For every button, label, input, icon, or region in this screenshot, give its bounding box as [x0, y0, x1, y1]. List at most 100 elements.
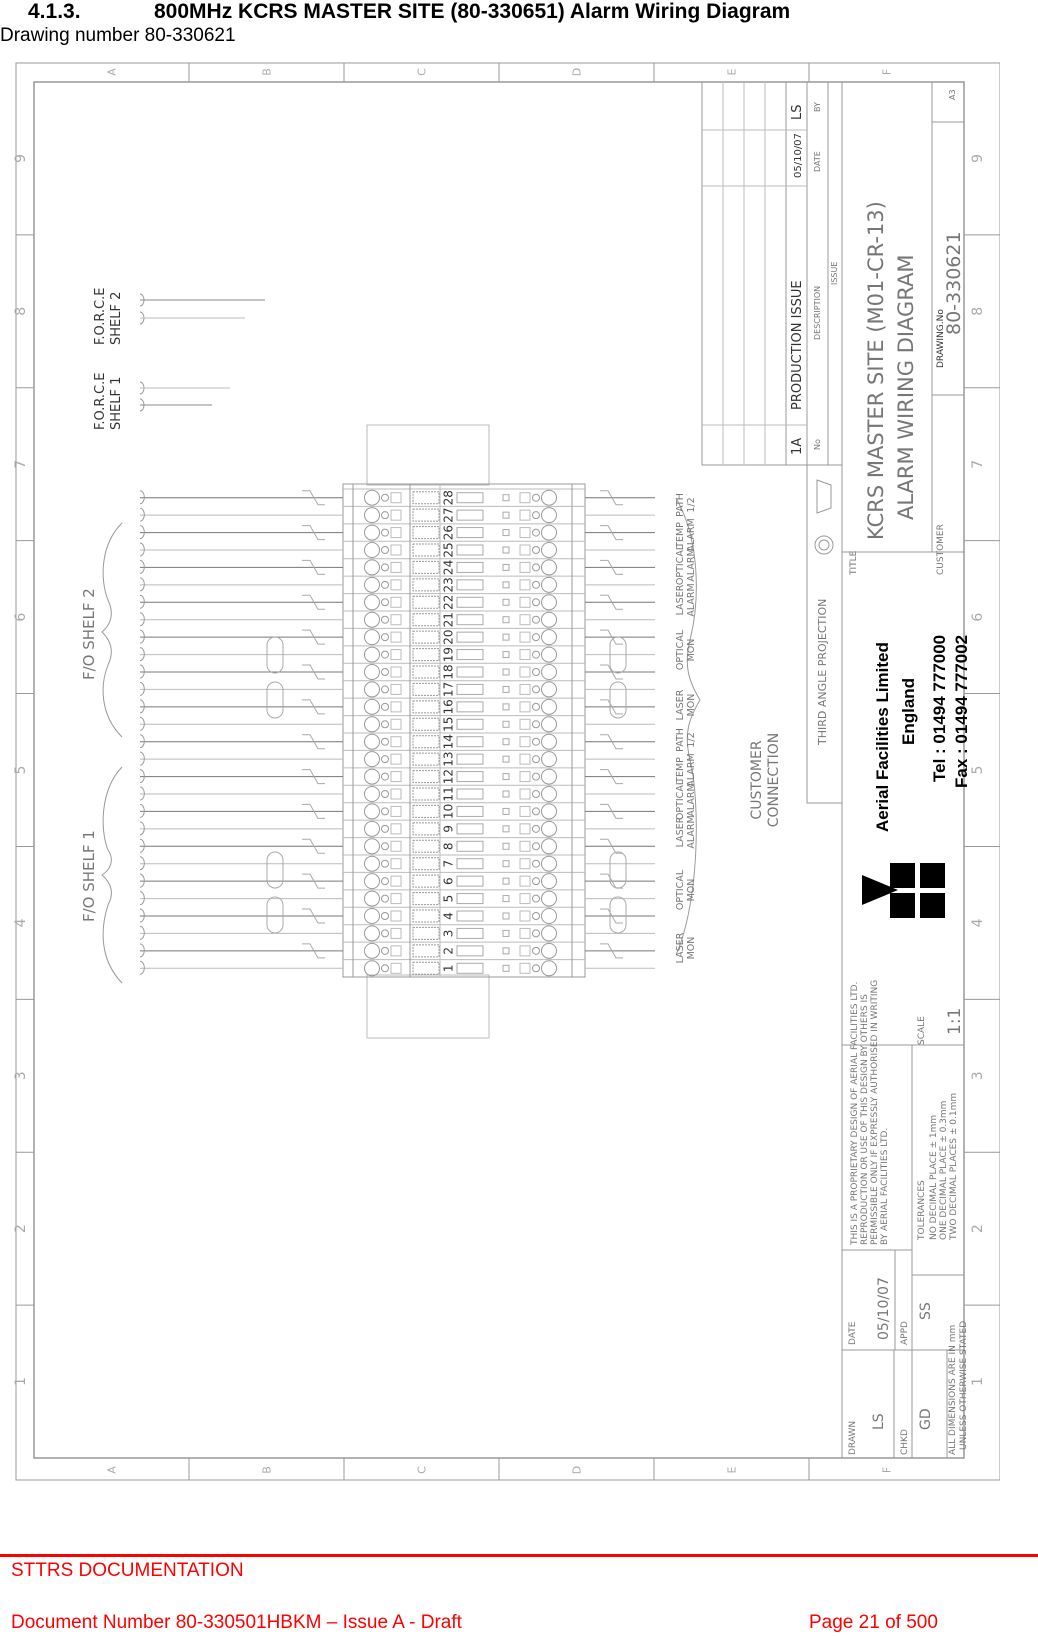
terminal-row: 15 [343, 715, 585, 733]
zone-letter: D [571, 68, 584, 76]
link-bar [412, 578, 440, 592]
signal-label-line: ALARM [686, 583, 697, 616]
loop-link [266, 896, 284, 934]
terminal-number: 27 [442, 508, 456, 523]
fo-shelf-1-brace [101, 766, 123, 984]
section-number: 4.1.3. [28, 0, 81, 23]
pin-left [381, 493, 389, 502]
appd-label: APPD [900, 1321, 910, 1345]
pin-right [532, 615, 540, 624]
screw-terminal-right [541, 960, 557, 977]
signal-label-line: ALARM [686, 753, 697, 786]
terminal-row: 1 [343, 959, 585, 977]
pin-left [381, 859, 389, 868]
screw-terminal-left [364, 751, 380, 768]
contact-right [519, 561, 531, 573]
force-shelf-1-line2: SHELF 1 [109, 377, 124, 430]
signal-label-line: TEMP [675, 522, 686, 549]
contact-right [519, 596, 531, 608]
signal-label-line: ALARM [686, 815, 697, 848]
contact-left [390, 910, 402, 922]
dimensions-note-2: UNLESS OTHERWISE STATED [959, 1321, 969, 1450]
terminal-number: 5 [442, 895, 456, 903]
indicator [502, 947, 510, 955]
terminal-row: 7 [343, 854, 585, 872]
contact-left [390, 736, 402, 748]
screw-terminal-left [364, 960, 380, 977]
terminal-number: 12 [442, 769, 456, 784]
screw-terminal-right [541, 611, 557, 628]
loop-link [266, 851, 284, 889]
contact-right [519, 875, 531, 887]
terminal-number: 28 [442, 490, 456, 505]
signal-label: TEMP ALARM [675, 753, 697, 786]
terminal-housing-bottom [366, 974, 490, 1039]
indicator [502, 720, 510, 728]
appd-value: SS [918, 1302, 934, 1320]
signal-label-line: PATH [675, 728, 686, 752]
signal-label-line: ALARM [686, 548, 697, 581]
customer-connection-label: CUSTOMER CONNECTION [749, 733, 782, 828]
signal-label-line: MON [686, 937, 697, 960]
terminal-number: 15 [442, 717, 456, 732]
pin-left [381, 633, 389, 642]
title-block: THIRD ANGLE PROJECTION TITLE KCRS MASTER… [806, 81, 971, 1459]
indicator [502, 877, 510, 885]
screw-terminal-right [541, 542, 557, 558]
signal-label-line: ALARM [686, 518, 697, 551]
link-bar [412, 560, 440, 574]
fuse-symbol [456, 753, 484, 765]
signal-labels: LASER MONOPTICAL MONLASER ALARMOPTICAL ALARM… [675, 493, 697, 963]
zone-number: 2 [970, 1224, 986, 1233]
terminal-row: 25 [343, 540, 585, 558]
terminal-number: 9 [442, 825, 456, 833]
indicator [502, 895, 510, 903]
pin-left [381, 894, 389, 903]
terminal-row: 4 [343, 906, 585, 924]
contact-left [390, 614, 402, 626]
drawing-no: 80-330621 [943, 231, 965, 335]
screw-terminal-right [541, 646, 557, 663]
link-bar [412, 787, 440, 801]
pin-left [381, 650, 389, 659]
indicator [502, 529, 510, 537]
revision-table: LS 05/10/07 PRODUCTION ISSUE 1A BY DATE … [701, 81, 839, 466]
contact-left [390, 788, 402, 800]
pin-right [532, 824, 540, 833]
terminal-number: 17 [442, 682, 456, 697]
signal-label: PATH 1/2 [675, 728, 697, 752]
contact-right [519, 683, 531, 695]
contact-right [519, 910, 531, 922]
link-bar [412, 909, 440, 923]
screw-terminal-left [364, 820, 380, 837]
revision-by: LS [790, 105, 805, 121]
zone-number: 6 [970, 613, 986, 622]
screw-terminal-left [364, 803, 380, 820]
indicator [502, 581, 510, 589]
footer-document-number: Document Number 80-330501HBKM – Issue A … [11, 1612, 462, 1633]
contact-left [390, 753, 402, 765]
terminal-number: 26 [442, 525, 456, 540]
terminal-row: 11 [343, 784, 585, 802]
terminal-row: 2 [343, 941, 585, 959]
indicator [502, 912, 510, 920]
pin-left [381, 929, 389, 938]
drawing-number-caption: Drawing number 80-330621 [0, 25, 236, 46]
screw-terminal-right [541, 489, 557, 506]
contact-left [390, 649, 402, 661]
screw-terminal-left [364, 646, 380, 663]
footer-rule [0, 1554, 1038, 1557]
pin-left [381, 563, 389, 572]
contact-right [519, 701, 531, 713]
contact-left [390, 945, 402, 957]
screw-terminal-right [541, 629, 557, 646]
fuse-symbol [456, 718, 484, 730]
indicator [502, 703, 510, 711]
terminal-row: 8 [343, 837, 585, 855]
link-bar [412, 857, 440, 871]
link-bar [412, 665, 440, 679]
pin-left [381, 755, 389, 764]
zone-letter: C [416, 68, 429, 76]
link-bar [412, 822, 440, 836]
pin-right [532, 685, 540, 694]
